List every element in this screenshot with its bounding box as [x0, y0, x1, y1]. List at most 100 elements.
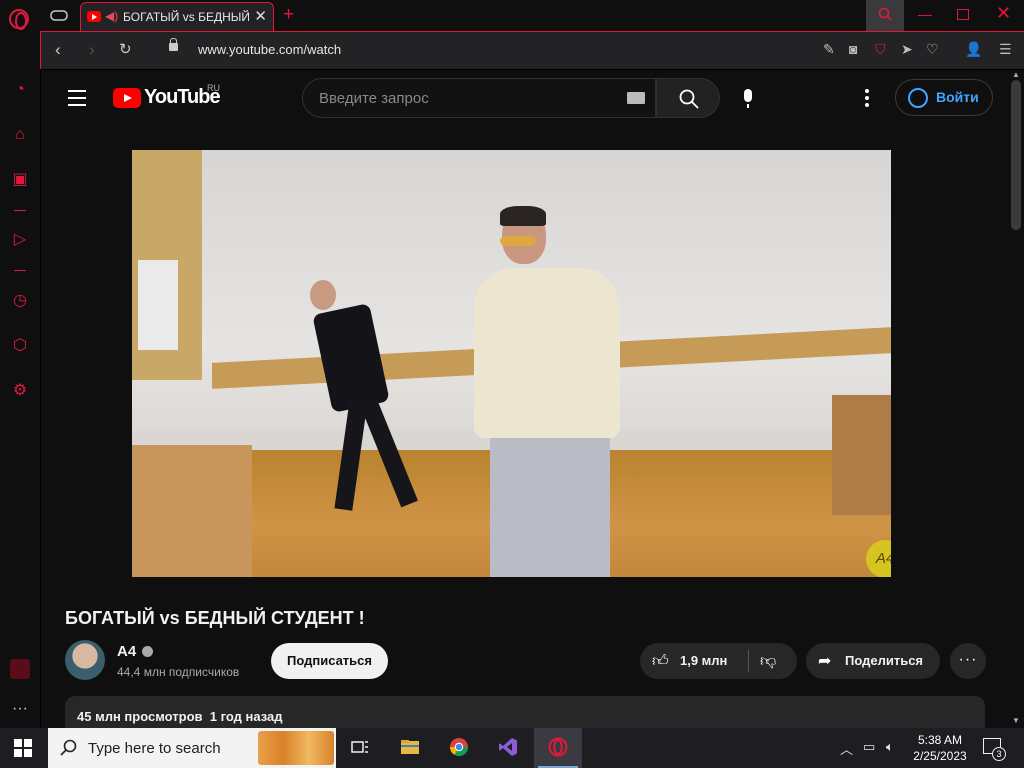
search-icon	[878, 7, 892, 21]
shopping-icon[interactable]: ⌂	[10, 125, 30, 145]
windows-taskbar: Type here to search ︿ ▭ 🔈︎ 5:38 AM 2/25/…	[0, 728, 1024, 768]
more-actions-button[interactable]: ···	[950, 643, 986, 679]
scroll-up-icon[interactable]: ▲	[1012, 70, 1020, 79]
show-hidden-icons-icon[interactable]: ︿	[840, 739, 853, 758]
search-highlight-image	[258, 731, 334, 765]
close-tab-icon[interactable]: ✕	[254, 7, 267, 25]
send-icon[interactable]: ➤	[901, 41, 913, 58]
file-explorer-button[interactable]	[386, 728, 434, 768]
search-input[interactable]: Введите запрос	[302, 78, 656, 118]
sidebar-app-icon[interactable]	[10, 659, 30, 679]
tab-search-button[interactable]	[866, 0, 904, 31]
youtube-favicon-icon	[87, 11, 101, 22]
view-count: 45 млн просмотров	[77, 709, 203, 724]
scrollbar-thumb[interactable]	[1011, 80, 1021, 230]
tab-youtube[interactable]: ◀) БОГАТЫЙ vs БЕДНЫЙ СТУДЕНТ ! ✕	[80, 2, 274, 31]
share-icon: ➦	[818, 653, 832, 670]
like-button[interactable]: 👍︎ 1,9 млн	[640, 643, 748, 679]
subscriber-count: 44,4 млн подписчиков	[117, 665, 240, 679]
browser-tab-bar: ◀) БОГАТЫЙ vs БЕДНЫЙ СТУДЕНТ ! ✕ + — ✕	[0, 0, 1024, 31]
youtube-page: YouTube RU Введите запрос Войти A4 БОГАТ…	[41, 70, 1008, 728]
chrome-button[interactable]	[435, 728, 483, 768]
verified-icon	[142, 646, 153, 657]
vpn-shield-icon[interactable]: ⛉	[875, 41, 886, 58]
like-dislike-group: 👍︎ 1,9 млн 👎︎	[640, 643, 797, 679]
lock-icon[interactable]	[169, 38, 178, 51]
share-label: Поделиться	[845, 653, 924, 668]
subscribe-button[interactable]: Подписаться	[271, 643, 388, 679]
network-icon[interactable]: ▭	[863, 739, 875, 755]
video-player[interactable]: A4	[132, 150, 891, 577]
volume-icon[interactable]: 🔈︎	[886, 739, 894, 755]
sidebar-more-icon[interactable]: ···	[10, 699, 30, 719]
back-button[interactable]: ‹	[55, 40, 61, 60]
gamepad-icon[interactable]	[50, 8, 68, 22]
taskbar-search-input[interactable]: Type here to search	[48, 728, 336, 768]
url-field[interactable]: www.youtube.com/watch	[198, 42, 341, 57]
opera-menu-icon[interactable]	[9, 9, 29, 30]
video-scene-desk	[132, 445, 252, 577]
easy-setup-icon[interactable]: ☰	[999, 41, 1012, 58]
player-icon[interactable]: ▷	[10, 230, 30, 250]
speed-dial-icon[interactable]: ◔	[10, 80, 30, 100]
windows-start-icon[interactable]	[14, 739, 32, 757]
search-button[interactable]	[656, 78, 720, 118]
thumbs-up-icon: 👍︎	[652, 653, 669, 670]
microphone-icon	[744, 89, 752, 102]
minimize-button[interactable]: —	[918, 6, 932, 22]
signin-label: Войти	[936, 89, 979, 105]
voice-search-button[interactable]	[729, 79, 767, 117]
maximize-button[interactable]	[957, 9, 969, 20]
chrome-icon	[450, 738, 468, 757]
history-icon[interactable]: ◷	[10, 291, 30, 311]
microphone-stem	[747, 104, 749, 108]
close-window-button[interactable]: ✕	[996, 3, 1011, 24]
visual-studio-button[interactable]	[484, 728, 532, 768]
clock-date: 2/25/2023	[913, 749, 967, 763]
signin-button[interactable]: Войти	[895, 79, 993, 116]
tab-title: БОГАТЫЙ vs БЕДНЫЙ СТУДЕНТ !	[123, 10, 249, 24]
account-icon[interactable]: 👤	[965, 41, 982, 58]
channel-avatar[interactable]	[65, 640, 105, 680]
speaker-icon[interactable]: ◀)	[105, 9, 118, 23]
heart-icon[interactable]: ♡	[926, 41, 939, 58]
opera-icon	[548, 737, 568, 757]
search-icon	[679, 89, 699, 109]
keyboard-icon[interactable]	[627, 92, 645, 104]
view-stats: 45 млн просмотров 1 год назад	[77, 709, 282, 724]
dislike-button[interactable]: 👎︎	[760, 652, 776, 671]
task-view-button[interactable]	[336, 728, 384, 768]
sidebar-divider	[14, 210, 26, 211]
opera-sidebar: ◔ ⌂ ▣ ▷ ◷ ⬡ ⚙ ···	[0, 31, 40, 728]
description-box[interactable]: 45 млн просмотров 1 год назад	[65, 696, 985, 728]
opera-taskbar-button[interactable]	[534, 728, 582, 768]
video-title: БОГАТЫЙ vs БЕДНЫЙ СТУДЕНТ !	[65, 608, 365, 628]
search-placeholder: Введите запрос	[319, 90, 429, 107]
scroll-down-icon[interactable]: ▼	[1012, 716, 1020, 725]
reload-button[interactable]: ↻	[119, 40, 132, 58]
channel-watermark[interactable]: A4	[866, 540, 891, 577]
share-button[interactable]: ➦ Поделиться	[806, 643, 940, 679]
forward-button[interactable]: ›	[89, 40, 95, 60]
youtube-logo-icon[interactable]	[113, 88, 141, 108]
settings-icon[interactable]: ⚙	[10, 381, 30, 401]
new-tab-button[interactable]: +	[283, 4, 294, 26]
edit-icon[interactable]: ✎	[823, 41, 835, 58]
channel-name[interactable]: A4	[117, 643, 136, 660]
taskbar-clock[interactable]: 5:38 AM 2/25/2023	[908, 732, 972, 764]
like-divider	[748, 650, 749, 672]
notification-count: 3	[992, 747, 1006, 761]
folder-icon	[401, 740, 419, 754]
menu-icon[interactable]	[68, 90, 86, 111]
user-avatar-icon	[908, 88, 928, 108]
upload-date: 1 год назад	[209, 709, 283, 724]
video-scene-window	[132, 150, 202, 380]
page-scrollbar[interactable]: ▲ ▼	[1008, 70, 1024, 728]
extensions-icon[interactable]: ⬡	[10, 336, 30, 356]
video-person-student	[472, 206, 622, 577]
clock-time: 5:38 AM	[917, 733, 963, 747]
twitch-icon[interactable]: ▣	[10, 170, 30, 190]
address-bar: ‹ › ↻ www.youtube.com/watch ✎ ◙ ⛉ ➤ ♡ 👤 …	[40, 31, 1024, 69]
camera-icon[interactable]: ◙	[849, 41, 857, 57]
settings-menu-icon[interactable]	[865, 89, 869, 110]
